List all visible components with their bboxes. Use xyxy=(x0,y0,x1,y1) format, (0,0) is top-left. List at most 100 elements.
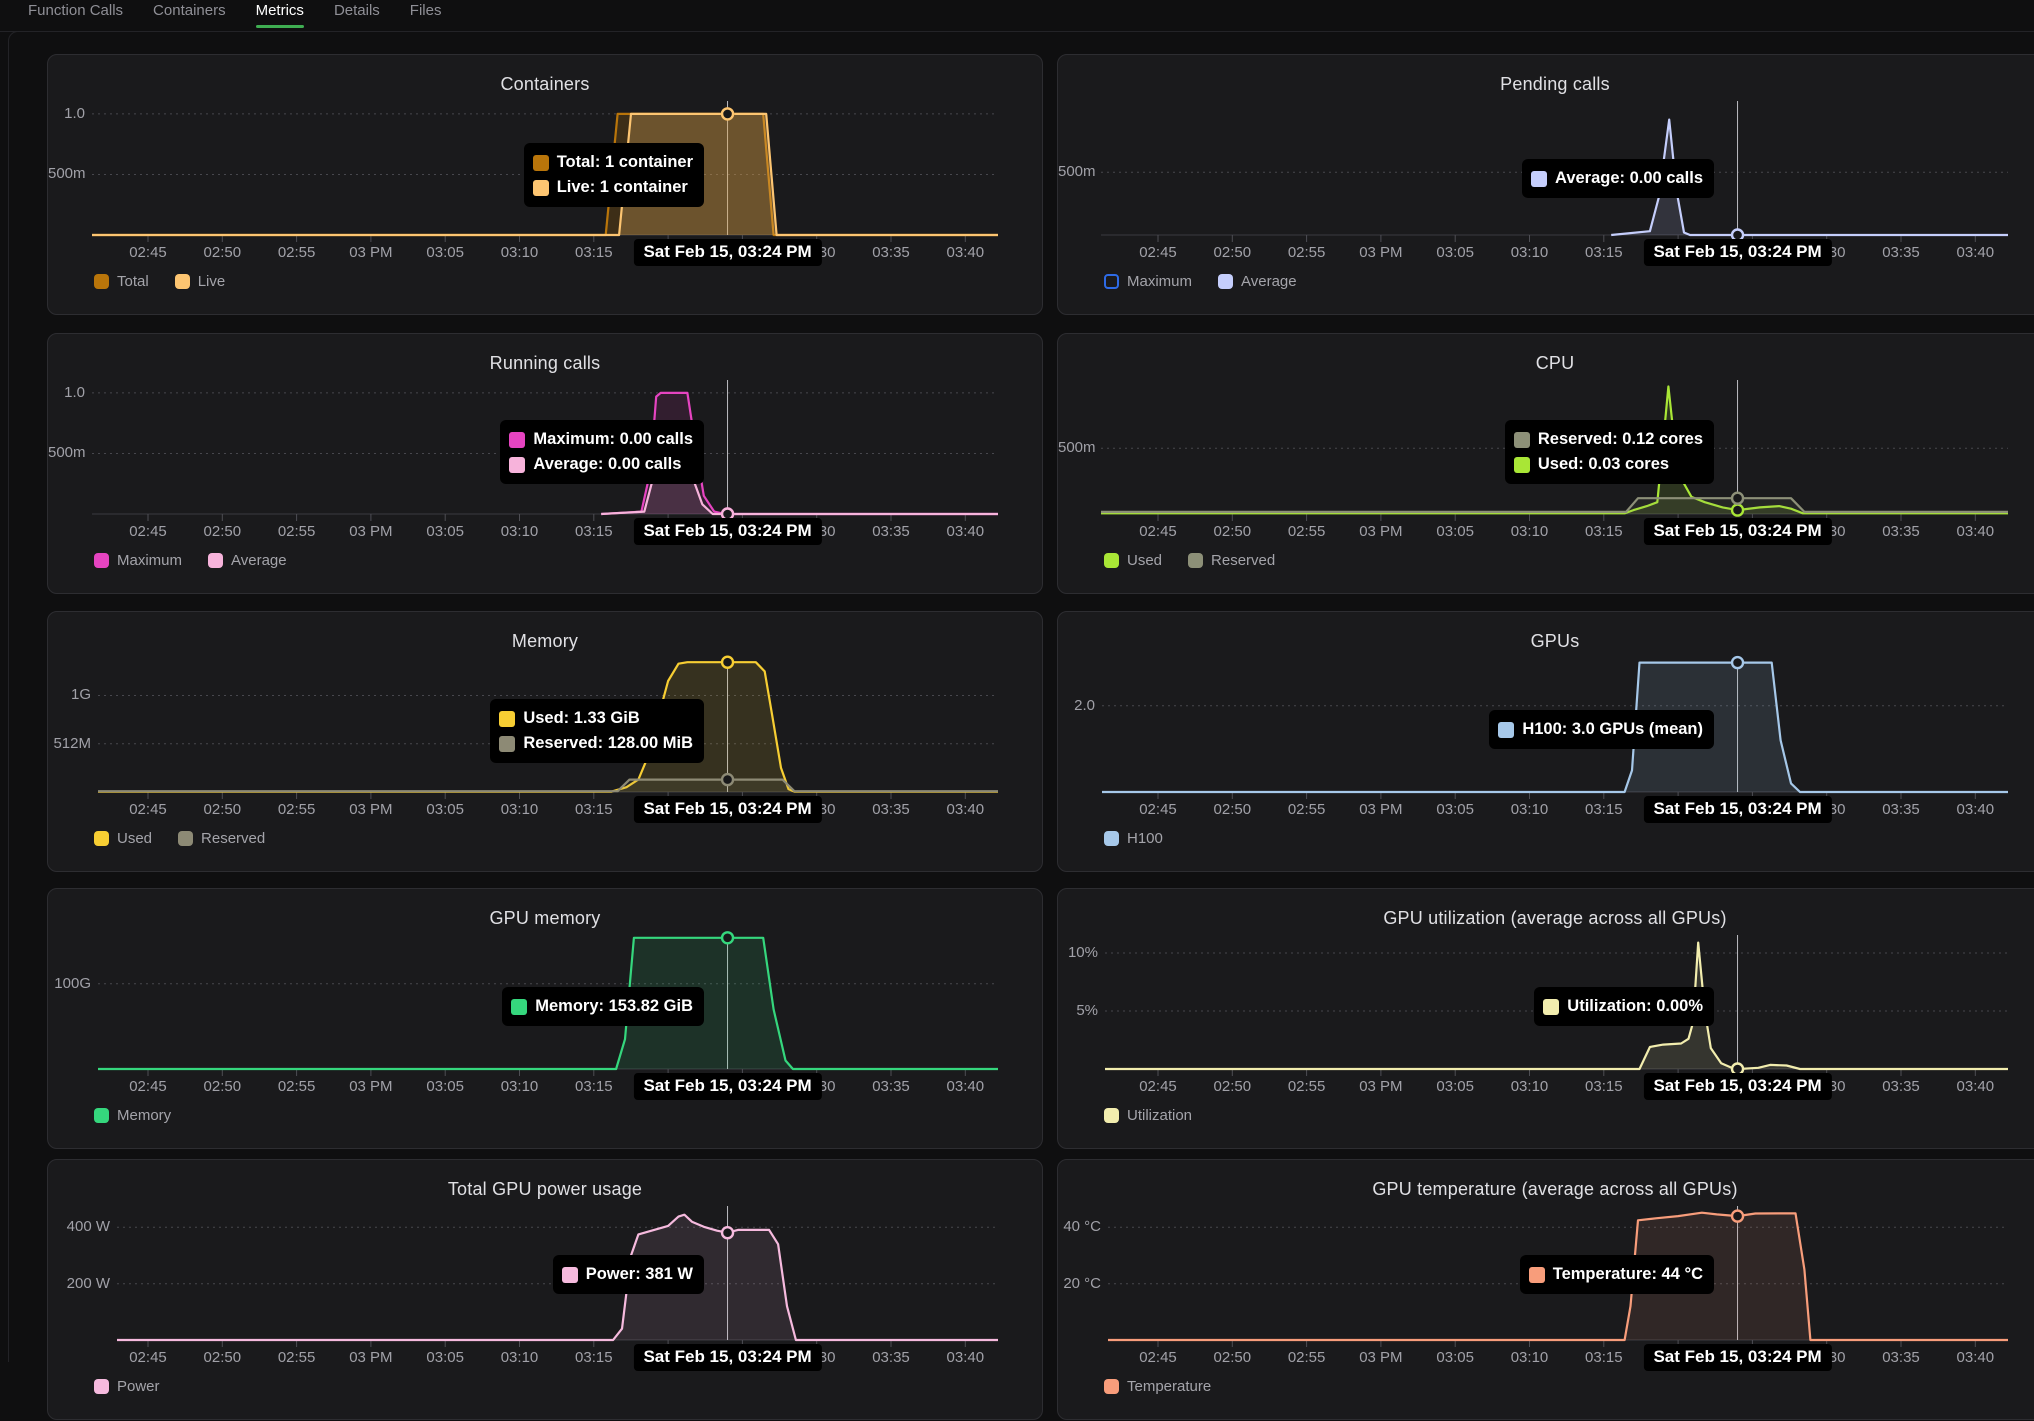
legend-label: Maximum xyxy=(117,552,182,569)
hover-marker-power xyxy=(722,1227,733,1238)
chart-legend: Temperature xyxy=(1104,1378,1211,1395)
tooltip-text: Reserved: 0.12 cores xyxy=(1538,430,1703,449)
tooltip-text: Temperature: 44 °C xyxy=(1553,1265,1703,1284)
hover-date-tooltip: Sat Feb 15, 03:24 PM xyxy=(1643,239,1831,266)
tooltip-text: Utilization: 0.00% xyxy=(1567,997,1703,1016)
tooltip-text: Maximum: 0.00 calls xyxy=(533,430,693,449)
hover-values-tooltip: Reserved: 0.12 cores Used: 0.03 cores xyxy=(1505,420,1714,484)
chart-title: GPU temperature (average across all GPUs… xyxy=(1058,1179,2034,1200)
legend-label: Used xyxy=(1127,552,1162,569)
hover-marker-h100 xyxy=(1732,657,1743,668)
legend-item-maximum[interactable]: Maximum xyxy=(1104,273,1192,290)
tooltip-row: Power: 381 W xyxy=(562,1262,693,1287)
legend-item-maximum[interactable]: Maximum xyxy=(94,552,182,569)
legend-label: Temperature xyxy=(1127,1378,1211,1395)
tooltip-row: Used: 0.03 cores xyxy=(1514,452,1703,477)
tab-metrics[interactable]: Metrics xyxy=(256,0,304,28)
legend-item-average[interactable]: Average xyxy=(1218,273,1297,290)
tooltip-row: Average: 0.00 calls xyxy=(509,452,693,477)
legend-item-power[interactable]: Power xyxy=(94,1378,160,1395)
hover-values-tooltip: Utilization: 0.00% xyxy=(1534,987,1714,1026)
series-swatch-icon xyxy=(499,736,515,752)
tooltip-text: Reserved: 128.00 MiB xyxy=(523,734,693,753)
series-line-reserved xyxy=(98,780,998,792)
tooltip-row: Memory: 153.82 GiB xyxy=(511,994,693,1019)
series-swatch-icon xyxy=(533,155,549,171)
chart-legend: H100 xyxy=(1104,830,1163,847)
chart-title: Running calls xyxy=(48,353,1042,374)
legend-item-reserved[interactable]: Reserved xyxy=(1188,552,1275,569)
hover-date-tooltip: Sat Feb 15, 03:24 PM xyxy=(633,1344,821,1371)
legend-item-used[interactable]: Used xyxy=(94,830,152,847)
chart-title: Memory xyxy=(48,631,1042,652)
legend-label: Maximum xyxy=(1127,273,1192,290)
legend-swatch-icon xyxy=(208,553,223,568)
legend-item-utilization[interactable]: Utilization xyxy=(1104,1107,1192,1124)
tab-label: Containers xyxy=(153,2,226,19)
legend-swatch-icon xyxy=(1188,553,1203,568)
legend-label: Memory xyxy=(117,1107,171,1124)
tooltip-row: H100: 3.0 GPUs (mean) xyxy=(1498,717,1703,742)
legend-item-total[interactable]: Total xyxy=(94,273,149,290)
tooltip-row: Temperature: 44 °C xyxy=(1529,1262,1703,1287)
tab-bar: Function Calls Containers Metrics Detail… xyxy=(0,0,2034,32)
tab-details[interactable]: Details xyxy=(334,0,380,28)
series-swatch-icon xyxy=(509,457,525,473)
legend-label: Used xyxy=(117,830,152,847)
legend-item-temperature[interactable]: Temperature xyxy=(1104,1378,1211,1395)
tab-label: Details xyxy=(334,2,380,19)
chart-card-gpu-memory: 100G02:4502:5002:5503 PM03:0503:1003:150… xyxy=(47,888,1043,1149)
legend-label: H100 xyxy=(1127,830,1163,847)
chart-title: Containers xyxy=(48,74,1042,95)
series-swatch-icon xyxy=(509,432,525,448)
chart-legend: Used Reserved xyxy=(94,830,265,847)
hover-date-tooltip: Sat Feb 15, 03:24 PM xyxy=(1643,1073,1831,1100)
legend-swatch-icon xyxy=(1104,1108,1119,1123)
tooltip-text: Used: 0.03 cores xyxy=(1538,455,1669,474)
chart-title: Total GPU power usage xyxy=(48,1179,1042,1200)
legend-item-memory[interactable]: Memory xyxy=(94,1107,171,1124)
legend-item-average[interactable]: Average xyxy=(208,552,287,569)
legend-item-reserved[interactable]: Reserved xyxy=(178,830,265,847)
chart-title: GPU utilization (average across all GPUs… xyxy=(1058,908,2034,929)
tooltip-row: Utilization: 0.00% xyxy=(1543,994,1703,1019)
legend-item-used[interactable]: Used xyxy=(1104,552,1162,569)
hover-marker-temperature xyxy=(1732,1211,1743,1222)
hover-date-tooltip: Sat Feb 15, 03:24 PM xyxy=(633,518,821,545)
hover-values-tooltip: H100: 3.0 GPUs (mean) xyxy=(1489,710,1714,749)
series-swatch-icon xyxy=(533,180,549,196)
series-swatch-icon xyxy=(1543,999,1559,1015)
hover-marker-reserved xyxy=(722,774,733,785)
chart-title: CPU xyxy=(1058,353,2034,374)
tab-files[interactable]: Files xyxy=(410,0,442,28)
chart-legend: Maximum Average xyxy=(1104,273,1297,290)
hover-values-tooltip: Memory: 153.82 GiB xyxy=(502,987,704,1026)
series-swatch-icon xyxy=(1514,432,1530,448)
chart-legend: Total Live xyxy=(94,273,225,290)
tooltip-text: Live: 1 container xyxy=(557,178,688,197)
tab-containers[interactable]: Containers xyxy=(153,0,226,28)
hover-values-tooltip: Used: 1.33 GiB Reserved: 128.00 MiB xyxy=(490,699,704,763)
hover-marker-memory xyxy=(722,932,733,943)
legend-swatch-icon xyxy=(1104,1379,1119,1394)
legend-item-h100[interactable]: H100 xyxy=(1104,830,1163,847)
legend-label: Reserved xyxy=(1211,552,1275,569)
hover-marker-used xyxy=(722,657,733,668)
tooltip-row: Live: 1 container xyxy=(533,175,693,200)
legend-swatch-icon xyxy=(1104,274,1119,289)
tooltip-row: Average: 0.00 calls xyxy=(1531,166,1703,191)
hover-values-tooltip: Average: 0.00 calls xyxy=(1522,159,1714,198)
chart-legend: Maximum Average xyxy=(94,552,287,569)
tooltip-row: Used: 1.33 GiB xyxy=(499,706,693,731)
legend-swatch-icon xyxy=(1104,831,1119,846)
series-swatch-icon xyxy=(562,1267,578,1283)
legend-swatch-icon xyxy=(175,274,190,289)
legend-item-live[interactable]: Live xyxy=(175,273,226,290)
series-swatch-icon xyxy=(1531,171,1547,187)
tab-label: Function Calls xyxy=(28,2,123,19)
legend-label: Reserved xyxy=(201,830,265,847)
chart-card-gpu-utilization: 10%5%02:4502:5002:5503 PM03:0503:1003:15… xyxy=(1057,888,2034,1149)
hover-date-tooltip: Sat Feb 15, 03:24 PM xyxy=(633,1073,821,1100)
tab-label: Metrics xyxy=(256,2,304,19)
tab-function-calls[interactable]: Function Calls xyxy=(28,0,123,28)
